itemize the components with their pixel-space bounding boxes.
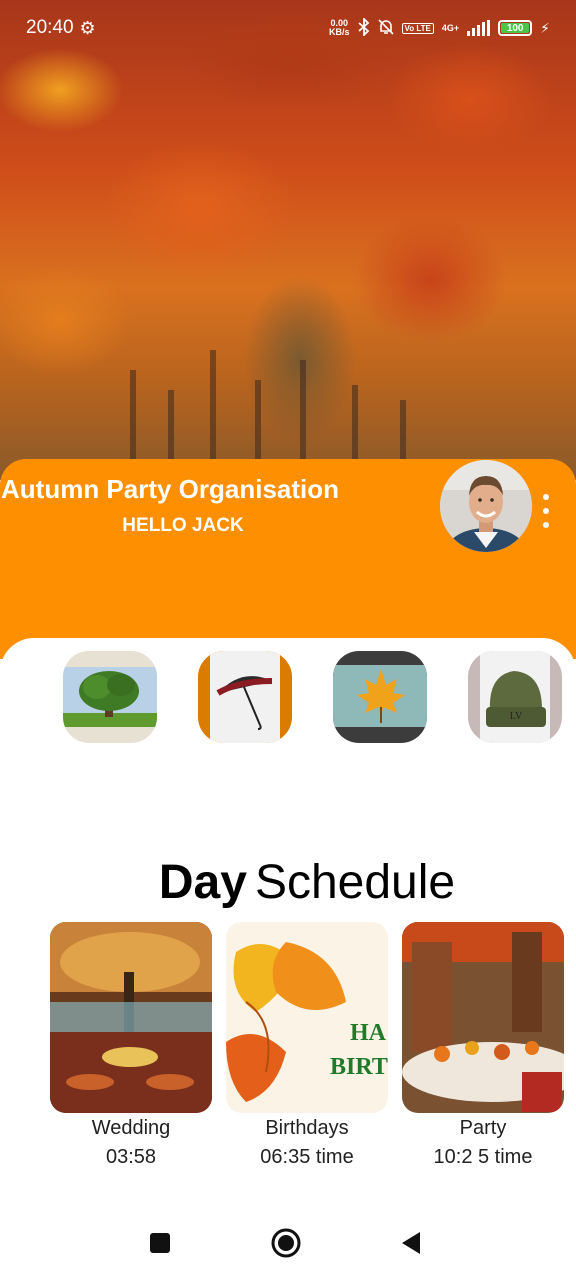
page-title: Autumn Party Organisation xyxy=(1,474,340,504)
card-time: 10:2 5 time xyxy=(433,1146,533,1168)
svg-text:LV: LV xyxy=(510,711,523,722)
back-triangle-icon xyxy=(400,1231,422,1260)
battery-level: 100 xyxy=(506,22,524,34)
card-name: Party xyxy=(459,1117,507,1139)
status-bar: 20:40 ⚙ 0.00 KB/s Vo LTE 4G+ 100 ⚡ xyxy=(0,0,576,56)
bluetooth-icon xyxy=(357,16,370,39)
birthday-image-text-2: BIRT xyxy=(330,1054,388,1080)
volte-badge: Vo LTE xyxy=(401,22,434,34)
status-icons: 0.00 KB/s Vo LTE 4G+ 100 ⚡ xyxy=(329,16,550,39)
status-time: 20:40 xyxy=(26,17,74,38)
card-name: Wedding xyxy=(91,1117,171,1139)
card-time: 03:58 xyxy=(105,1146,157,1168)
wedding-image xyxy=(50,922,212,1113)
settings-gear-icon: ⚙ xyxy=(79,17,96,38)
category-beanie[interactable]: LV xyxy=(468,651,562,743)
home-button[interactable] xyxy=(251,1210,321,1280)
section-title: Day Schedule xyxy=(0,855,576,910)
schedule-card-wedding[interactable]: Wedding 03:58 xyxy=(50,922,212,1169)
avatar[interactable] xyxy=(440,460,532,552)
category-leaf[interactable] xyxy=(333,651,427,743)
back-button[interactable] xyxy=(376,1210,446,1280)
schedule-card-birthdays[interactable]: HA BIRT Birthdays 06:35 time xyxy=(226,922,388,1169)
signal-icon xyxy=(467,20,491,36)
bell-muted-icon xyxy=(377,18,394,39)
system-nav-bar xyxy=(0,1210,576,1280)
net-speed-unit: KB/s xyxy=(329,27,350,37)
section-title-light: Schedule xyxy=(254,856,456,909)
birthdays-image: HA BIRT xyxy=(226,922,388,1113)
network-type: 4G+ xyxy=(441,23,460,33)
schedule-card-party[interactable]: Party 10:2 5 time xyxy=(402,922,564,1169)
card-time: 06:35 time xyxy=(260,1146,354,1168)
birthday-image-text-1: HA xyxy=(350,1020,386,1046)
card-name: Birthdays xyxy=(265,1117,349,1139)
charging-bolt-icon: ⚡ xyxy=(540,19,550,36)
hero-autumn-image xyxy=(0,0,576,480)
battery-icon: 100 xyxy=(498,20,533,36)
more-options-icon[interactable] xyxy=(538,494,554,528)
category-tree[interactable] xyxy=(63,651,157,743)
home-circle-icon xyxy=(271,1228,301,1263)
greeting-text: HELLO JACK xyxy=(122,515,244,536)
section-title-bold: Day xyxy=(158,856,247,909)
category-umbrella[interactable] xyxy=(198,651,292,743)
party-image xyxy=(402,922,564,1113)
square-icon xyxy=(149,1232,171,1259)
recents-button[interactable] xyxy=(125,1210,195,1280)
net-speed: 0.00 KB/s xyxy=(329,19,350,37)
